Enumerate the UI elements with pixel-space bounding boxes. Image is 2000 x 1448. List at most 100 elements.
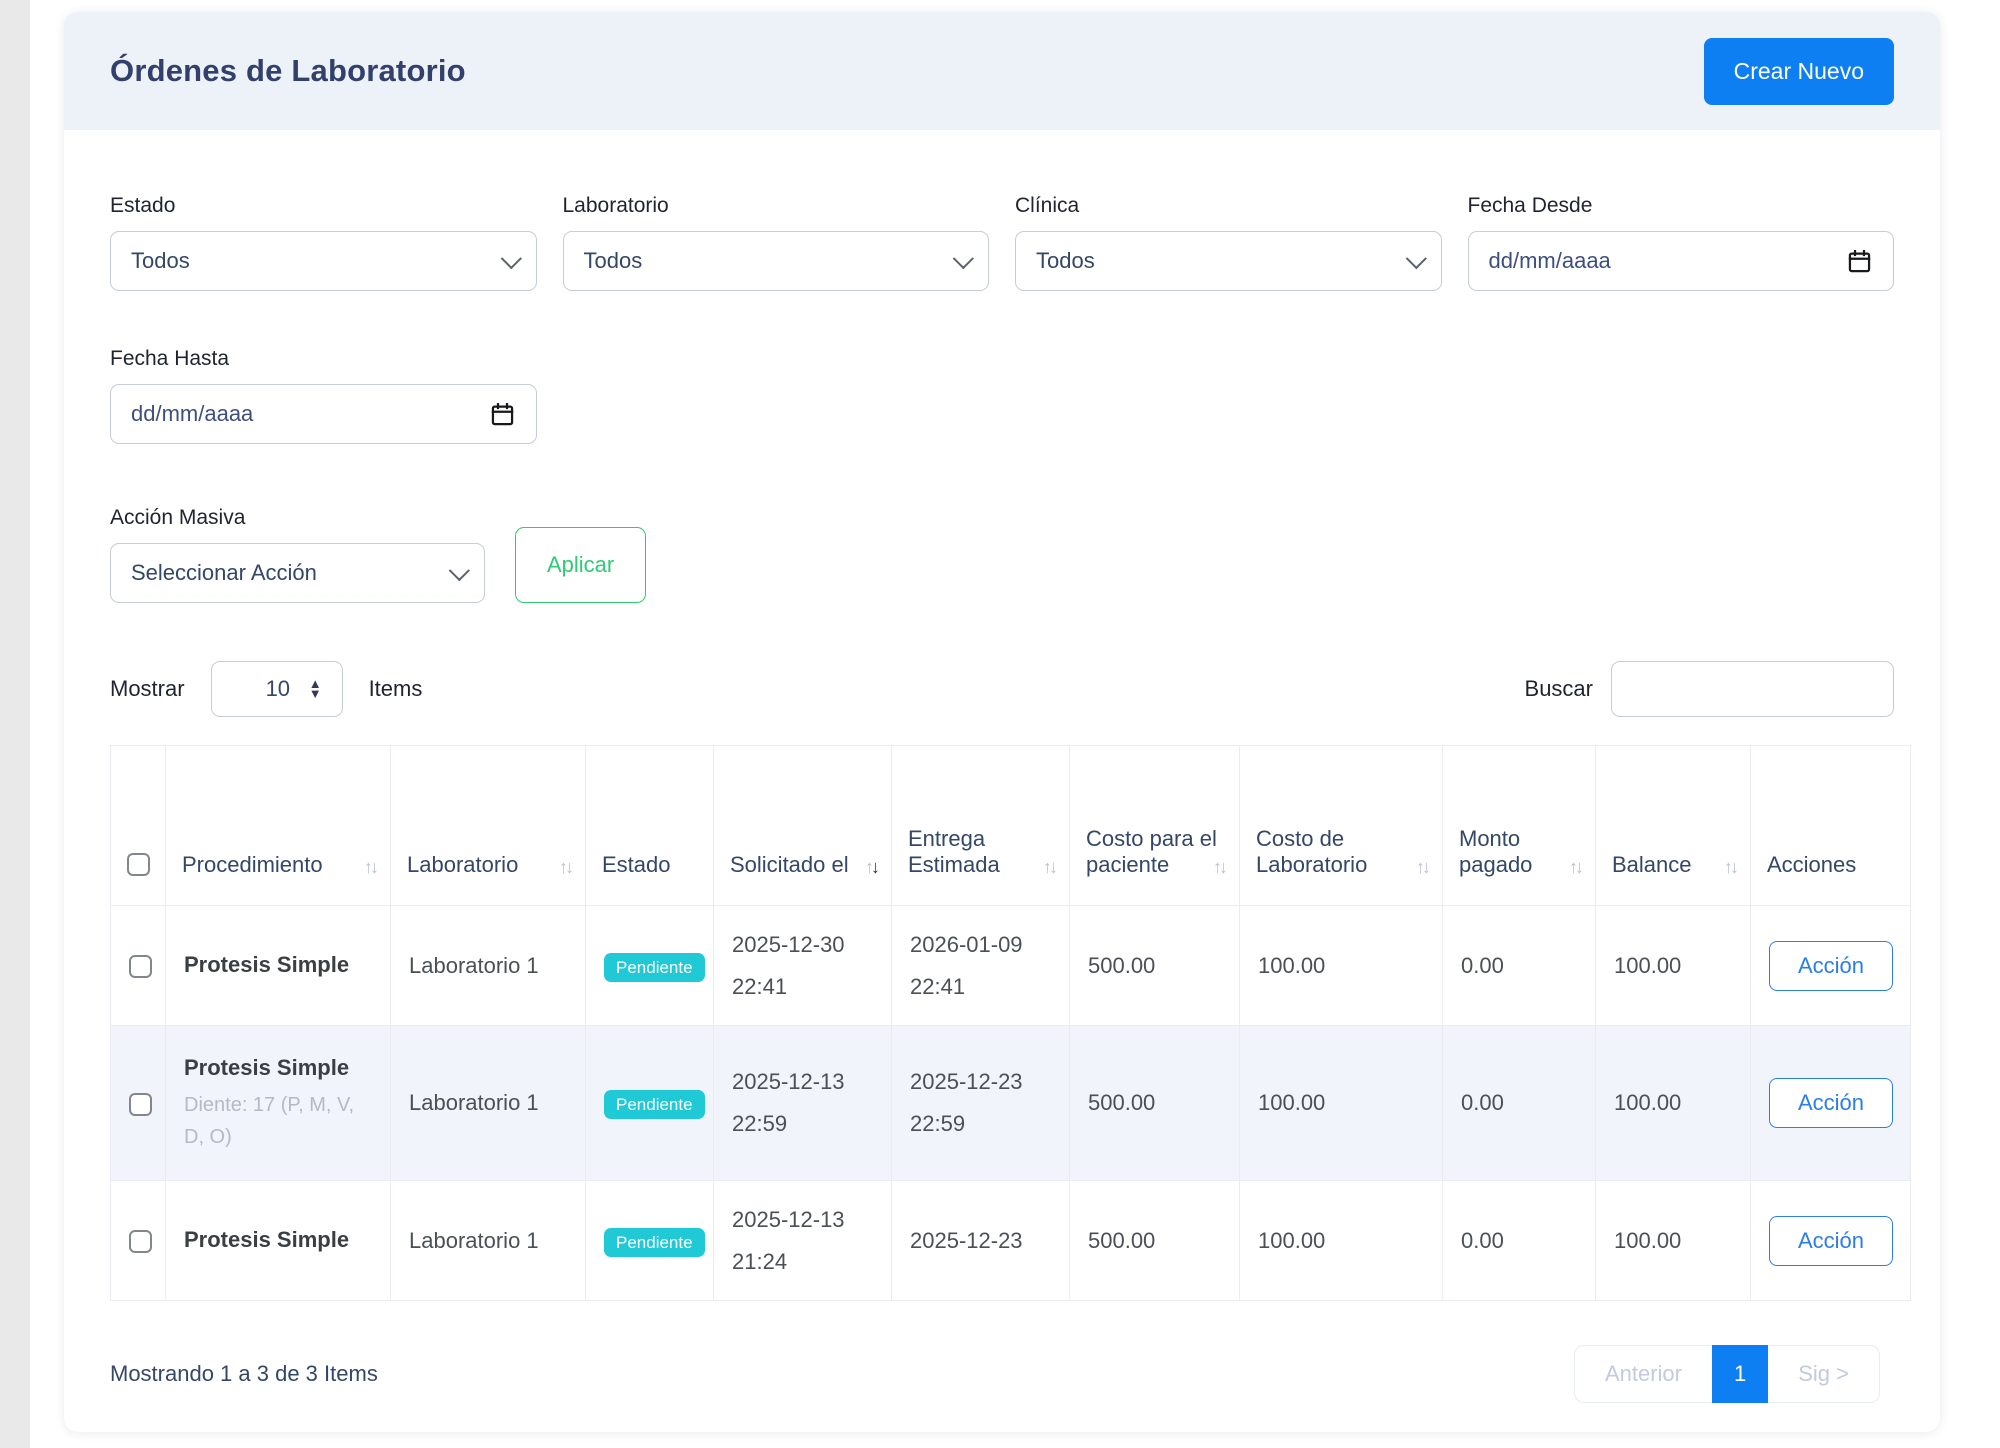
delivery-cell: 2025-12-23 [891,1180,1070,1301]
row-select-cell [110,905,166,1026]
fecha-desde-input[interactable]: dd/mm/aaaa [1467,231,1894,291]
laboratorio-select-value: Todos [583,248,643,273]
page-title: Órdenes de Laboratorio [110,53,466,88]
laboratorio-select[interactable]: Todos [562,231,989,291]
apply-button[interactable]: Aplicar [515,527,647,603]
column-header-laboratorio[interactable]: Laboratorio ↑↓ [390,745,586,906]
requested-date: 2025-12-30 [732,931,845,957]
sort-icon: ↑↓ [1043,857,1058,877]
column-header-balance[interactable]: Balance ↑↓ [1595,745,1751,906]
sort-icon-active-desc: ↑↓ [865,857,880,877]
bulk-action-select[interactable]: Seleccionar Acción [110,543,485,603]
row-action-button[interactable]: Acción [1769,1215,1894,1266]
filter-estado: Estado Todos [110,194,537,291]
calendar-icon[interactable] [489,401,516,428]
procedure-cell: Protesis Simple [165,1180,391,1301]
column-label: Entrega Estimada [908,826,1000,877]
paid-cell: 0.00 [1442,1025,1596,1181]
pagination-page-1-button[interactable]: 1 [1711,1345,1769,1403]
status-badge: Pendiente [604,1227,705,1257]
delivery-date: 2026-01-09 [910,931,1023,957]
fecha-hasta-label: Fecha Hasta [110,347,230,370]
delivery-date: 2025-12-23 [910,1069,1023,1095]
status-cell: Pendiente [585,1180,714,1301]
row-action-button[interactable]: Acción [1769,940,1894,991]
column-label: Acciones [1767,852,1857,877]
column-header-estado: Estado [585,745,714,906]
patient-cost-cell: 500.00 [1069,1180,1240,1301]
procedure-name: Protesis Simple [184,1227,350,1253]
balance-cell: 100.00 [1595,905,1751,1026]
column-label: Costo de Laboratorio [1256,826,1368,877]
column-label: Solicitado el [730,852,849,877]
requested-time: 22:59 [732,1111,788,1136]
column-header-costo-laboratorio[interactable]: Costo de Laboratorio ↑↓ [1239,745,1443,906]
laboratorio-label: Laboratorio [562,194,669,217]
pagination: Anterior 1 Sig > [1573,1345,1880,1403]
chevron-down-icon [952,247,974,269]
spinner-icon[interactable]: ▲ ▼ [309,677,322,700]
column-label: Procedimiento [182,852,323,877]
column-header-solicitado-el[interactable]: Solicitado el ↑↓ [713,745,892,906]
requested-time: 22:41 [732,973,788,999]
bulk-action-label: Acción Masiva [110,506,246,529]
column-header-costo-paciente[interactable]: Costo para el paciente ↑↓ [1069,745,1240,906]
column-header-procedimiento[interactable]: Procedimiento ↑↓ [165,745,391,906]
laboratory-cell: Laboratorio 1 [390,905,586,1026]
search-label: Buscar [1524,676,1593,701]
select-row-checkbox[interactable] [129,1092,152,1116]
actions-cell: Acción [1750,1180,1911,1301]
fecha-desde-label: Fecha Desde [1467,194,1593,217]
sort-icon: ↑↓ [1416,857,1431,877]
status-badge: Pendiente [604,1090,705,1120]
select-row-checkbox[interactable] [129,955,152,979]
patient-cost-cell: 500.00 [1069,1025,1240,1181]
requested-time: 21:24 [732,1248,788,1274]
procedure-name: Protesis Simple [184,952,350,978]
page-size-input[interactable]: 10 ▲ ▼ [210,661,343,717]
sort-icon: ↑↓ [364,857,379,877]
requested-date: 2025-12-13 [732,1069,845,1095]
column-label: Costo para el paciente [1086,826,1217,877]
table-row: Protesis Simple Laboratorio 1 Pendiente … [110,1180,1911,1301]
pagination-previous-button[interactable]: Anterior [1573,1345,1712,1403]
create-new-button[interactable]: Crear Nuevo [1703,37,1894,105]
requested-cell: 2025-12-13 22:59 [713,1025,892,1181]
paid-cell: 0.00 [1442,905,1596,1026]
balance-cell: 100.00 [1595,1180,1751,1301]
estado-select-value: Todos [131,248,190,273]
clinica-select-value: Todos [1036,248,1095,273]
sort-icon: ↑↓ [1213,857,1228,877]
chevron-down-icon [1405,247,1427,269]
column-header-entrega-estimada[interactable]: Entrega Estimada ↑↓ [891,745,1070,906]
actions-cell: Acción [1750,1025,1911,1181]
laboratory-cell: Laboratorio 1 [390,1180,586,1301]
lab-cost-cell: 100.00 [1239,905,1443,1026]
calendar-icon[interactable] [1846,248,1873,275]
sort-icon: ↑↓ [1569,857,1584,877]
column-label: Estado [602,852,671,877]
laboratory-cell: Laboratorio 1 [390,1025,586,1181]
filter-fecha-desde: Fecha Desde dd/mm/aaaa [1467,194,1894,291]
filter-clinica: Clínica Todos [1015,194,1442,291]
column-header-monto-pagado[interactable]: Monto pagado ↑↓ [1442,745,1596,906]
show-label: Mostrar [110,676,185,701]
column-label: Balance [1612,852,1692,877]
select-all-checkbox[interactable] [127,853,150,876]
fecha-hasta-placeholder: dd/mm/aaaa [131,401,254,426]
search-input[interactable] [1611,661,1894,717]
row-action-button[interactable]: Acción [1769,1078,1894,1128]
procedure-cell: Protesis Simple Diente: 17 (P, M, V, D, … [165,1025,391,1181]
clinica-select[interactable]: Todos [1015,231,1442,291]
estado-select[interactable]: Todos [110,231,537,291]
page-left-edge [0,0,30,1448]
pagination-next-button[interactable]: Sig > [1768,1345,1880,1403]
requested-cell: 2025-12-13 21:24 [713,1180,892,1301]
sort-icon: ↑↓ [1724,857,1739,877]
fecha-hasta-input[interactable]: dd/mm/aaaa [110,384,537,444]
lab-cost-cell: 100.00 [1239,1025,1443,1181]
select-row-checkbox[interactable] [129,1230,152,1254]
requested-cell: 2025-12-30 22:41 [713,905,892,1026]
chevron-down-icon [448,559,470,581]
column-label: Monto pagado [1459,826,1533,877]
